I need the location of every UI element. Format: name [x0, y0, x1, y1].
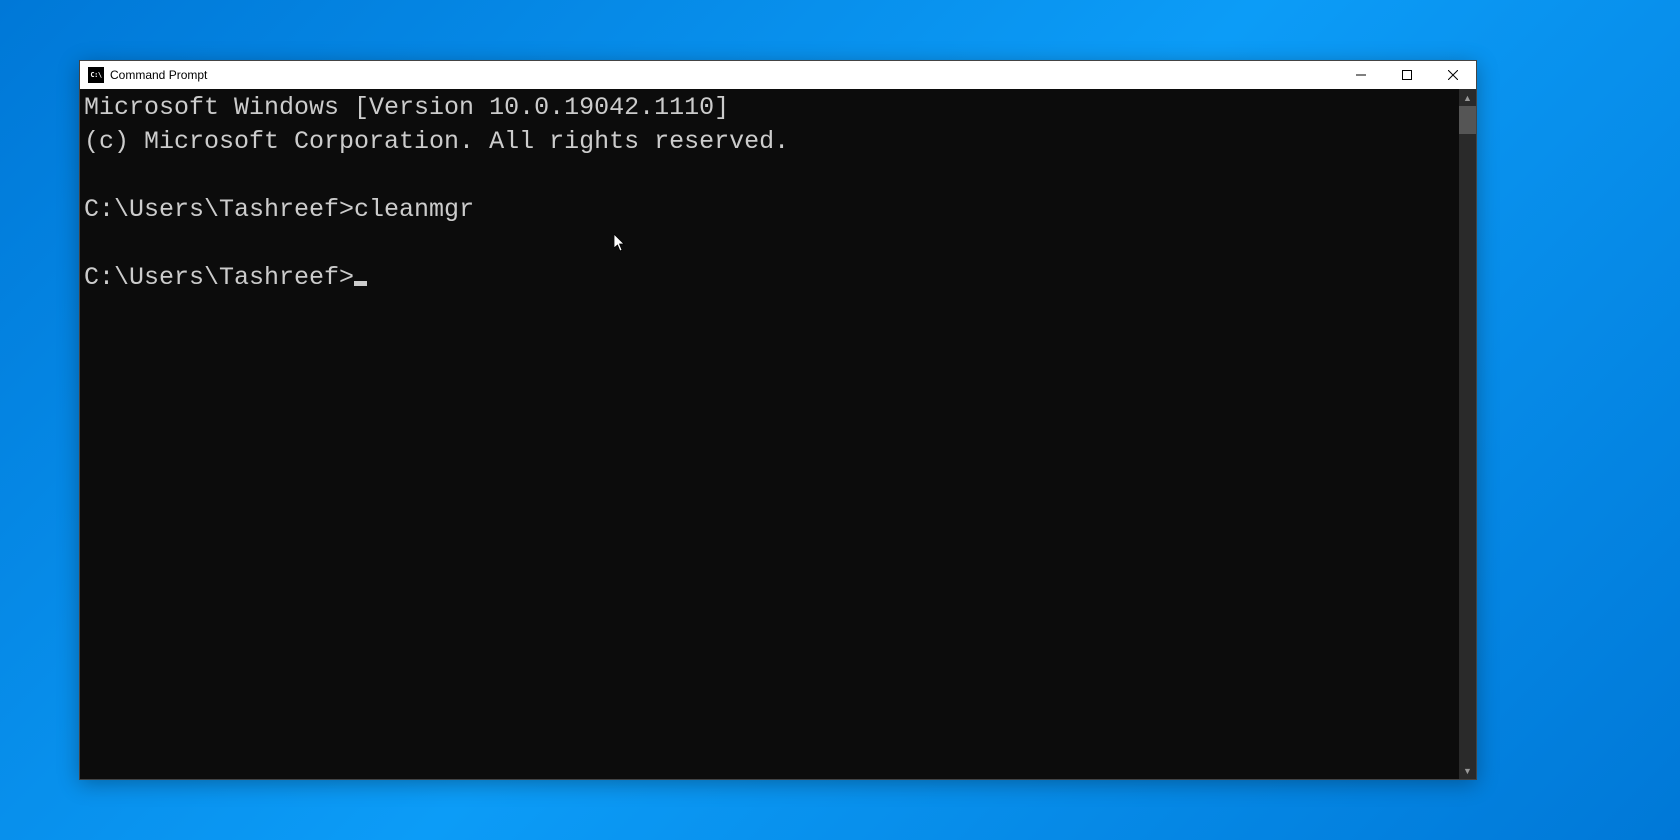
close-button[interactable] [1430, 61, 1476, 89]
console-output[interactable]: Microsoft Windows [Version 10.0.19042.11… [80, 89, 1459, 779]
app-icon: C:\ [88, 67, 104, 83]
vertical-scrollbar[interactable]: ▲ ▼ [1459, 89, 1476, 779]
scroll-up-arrow-icon[interactable]: ▲ [1459, 89, 1476, 106]
command-prompt-window: C:\ Command Prompt Microsoft Windows [Ve… [79, 60, 1477, 780]
maximize-icon [1402, 70, 1412, 80]
minimize-button[interactable] [1338, 61, 1384, 89]
scroll-thumb[interactable] [1459, 106, 1476, 134]
scroll-down-arrow-icon[interactable]: ▼ [1459, 762, 1476, 779]
console-line: (c) Microsoft Corporation. All rights re… [84, 127, 789, 156]
close-icon [1448, 70, 1458, 80]
console-command: cleanmgr [354, 195, 474, 224]
minimize-icon [1356, 70, 1366, 80]
text-cursor [354, 281, 367, 286]
titlebar[interactable]: C:\ Command Prompt [80, 61, 1476, 89]
console-prompt: C:\Users\Tashreef> [84, 195, 354, 224]
window-controls [1338, 61, 1476, 89]
console-prompt: C:\Users\Tashreef> [84, 263, 354, 292]
maximize-button[interactable] [1384, 61, 1430, 89]
console-line: Microsoft Windows [Version 10.0.19042.11… [84, 93, 729, 122]
console-area: Microsoft Windows [Version 10.0.19042.11… [80, 89, 1476, 779]
window-title: Command Prompt [110, 68, 1338, 82]
